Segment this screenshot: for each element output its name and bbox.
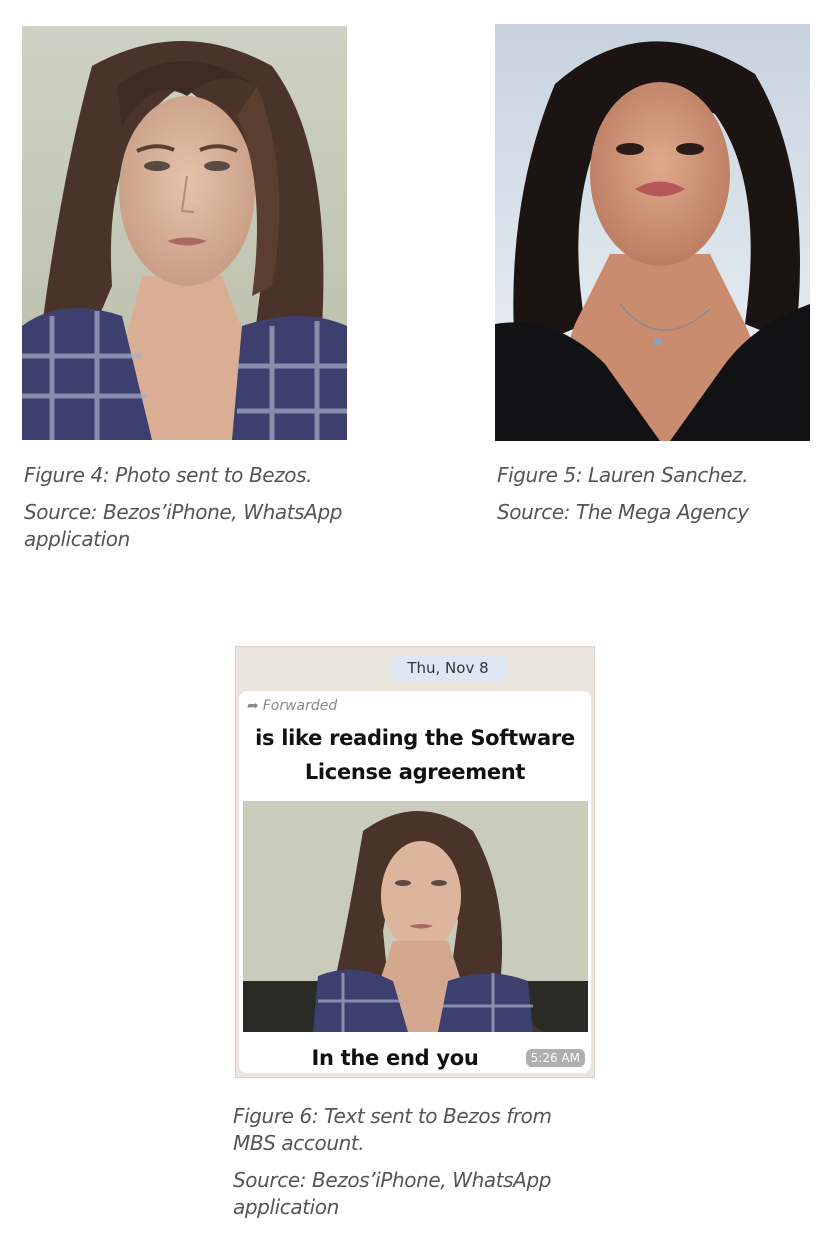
figure-5-caption: Figure 5: Lauren Sanchez. <box>497 463 749 487</box>
figure-6-whatsapp-screenshot: Thu, Nov 8 ➦ Forwarded is like reading th… <box>235 646 595 1078</box>
message-bubble[interactable]: ➦ Forwarded is like reading the Software … <box>239 691 591 1073</box>
figure-4-caption-block: Figure 4: Photo sent to Bezos. Source: B… <box>24 462 354 553</box>
forwarded-text: Forwarded <box>262 698 338 714</box>
figure-5-source: Source: The Mega Agency <box>497 500 749 524</box>
figure-4-source: Source: Bezos’iPhone, WhatsApp applicati… <box>24 500 343 551</box>
message-text-line-2: License agreement <box>304 760 526 784</box>
message-text-bottom: In the end you <box>311 1046 479 1070</box>
figure-6-source: Source: Bezos’iPhone, WhatsApp applicati… <box>233 1168 552 1219</box>
message-text-line-1: is like reading the Software <box>255 726 575 750</box>
message-timestamp: 5:26 AM <box>525 1049 585 1067</box>
message-image[interactable] <box>243 801 588 1032</box>
figure-6-caption: Figure 6: Text sent to Bezos from MBS ac… <box>233 1104 552 1155</box>
forward-arrow-icon: ➦ <box>247 698 259 714</box>
figure-6-caption-block: Figure 6: Text sent to Bezos from MBS ac… <box>233 1103 583 1221</box>
figure-5-photo <box>495 24 810 441</box>
figure-4-caption: Figure 4: Photo sent to Bezos. <box>24 463 313 487</box>
figure-5-caption-block: Figure 5: Lauren Sanchez. Source: The Me… <box>497 462 817 526</box>
forwarded-label: ➦ Forwarded <box>247 697 337 715</box>
figure-4-photo <box>22 26 347 440</box>
chat-date-badge: Thu, Nov 8 <box>389 655 507 681</box>
